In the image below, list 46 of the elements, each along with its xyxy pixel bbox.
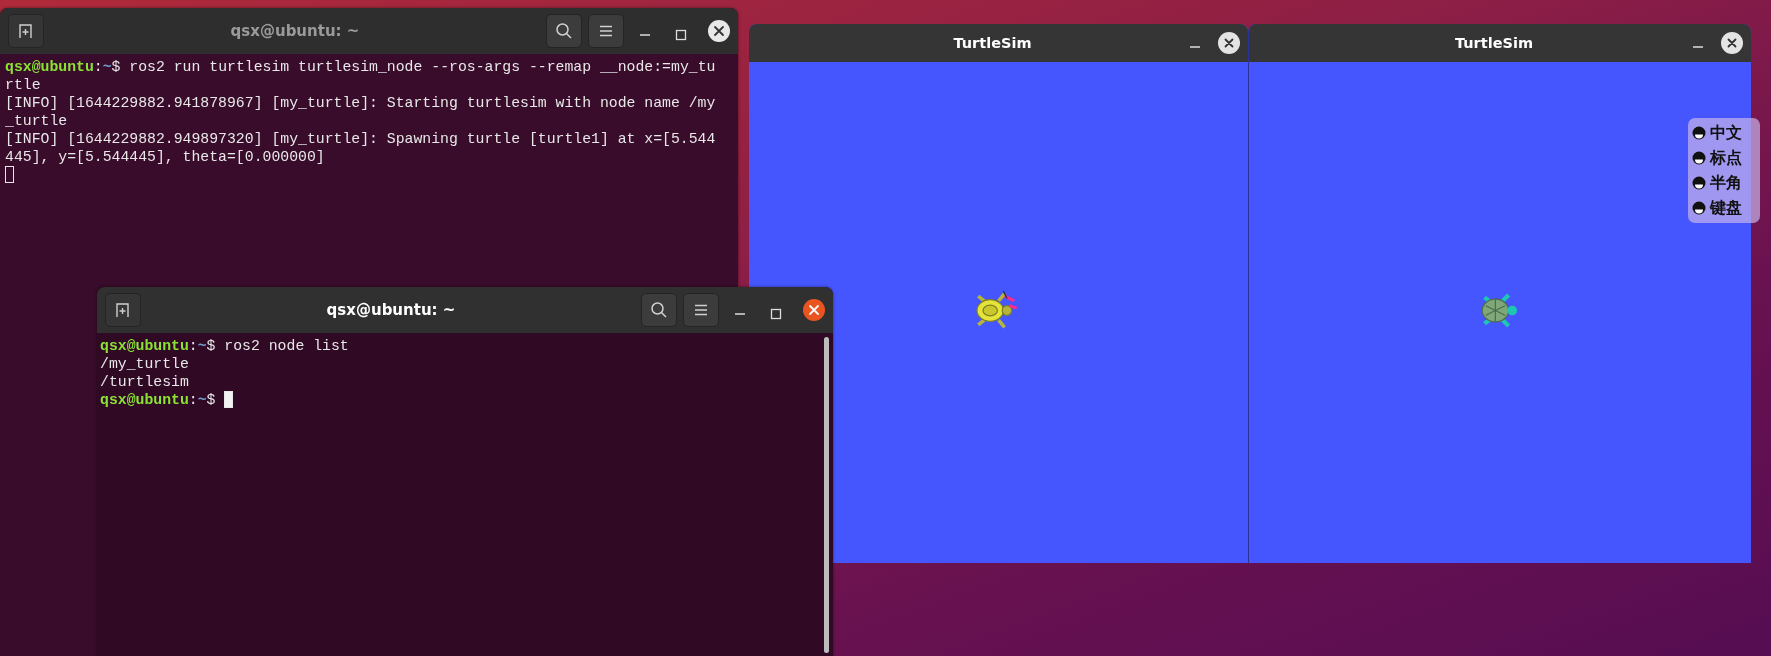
window-title: TurtleSim [1454,35,1534,51]
input-method-toggle[interactable]: 键盘 [1692,196,1756,220]
terminal-line: qsx@ubuntu:~$ ros2 node list [100,337,350,355]
close-icon [806,302,822,318]
search-icon [555,22,573,40]
terminal-line: qsx@ubuntu:~$ ros2 run turtlesim turtlesim_node --ros-args --remap __node:=my_turtle [5,58,717,94]
minimize-icon [1692,46,1704,48]
input-method-toggle[interactable]: 标点 [1692,146,1756,170]
new-tab-icon [18,23,34,39]
terminal-line: [INFO] [1644229882.941878967] [my_turtle]: Starting turtlesim with node name /my_turtle [5,94,717,130]
terminal-line: /turtlesim [100,373,190,391]
new-tab-button[interactable] [8,14,44,48]
minimize-icon [1189,46,1201,48]
toggle-icon [1692,176,1706,190]
scrollbar[interactable] [824,337,829,653]
search-icon [650,301,668,319]
toggle-icon [1692,201,1706,215]
minimize-icon [734,313,746,315]
menu-icon [693,302,709,318]
input-method-toggle[interactable]: 半角 [1692,171,1756,195]
input-method-toggle[interactable]: 中文 [1692,121,1756,145]
close-icon [1725,36,1739,50]
close-button[interactable] [708,20,730,42]
close-icon [1222,36,1236,50]
toggle-icon [1692,151,1706,165]
window-title: TurtleSim [952,35,1033,51]
new-tab-button[interactable] [105,293,141,327]
window-title: qsx@ubuntu: ~ [325,301,457,319]
search-button[interactable] [546,14,582,48]
menu-button[interactable] [683,293,719,327]
minimize-icon [639,34,651,36]
close-button[interactable] [803,299,825,321]
window-title: qsx@ubuntu: ~ [229,22,361,40]
maximize-icon [675,29,687,41]
menu-button[interactable] [588,14,624,48]
search-button[interactable] [641,293,677,327]
close-icon [711,23,727,39]
close-button[interactable] [1218,32,1240,54]
close-button[interactable] [1721,32,1743,54]
terminal-line: /my_turtle [100,355,190,373]
maximize-icon [770,308,782,320]
menu-icon [598,23,614,39]
toggle-icon [1692,126,1706,140]
terminal-line: [INFO] [1644229882.949897320] [my_turtle]: Spawning turtle [turtle1] at x=[5.544445], y=[5.544445], theta=[0.000000] [5,130,717,166]
new-tab-icon [115,302,131,318]
terminal-line: qsx@ubuntu:~$ [100,391,217,409]
